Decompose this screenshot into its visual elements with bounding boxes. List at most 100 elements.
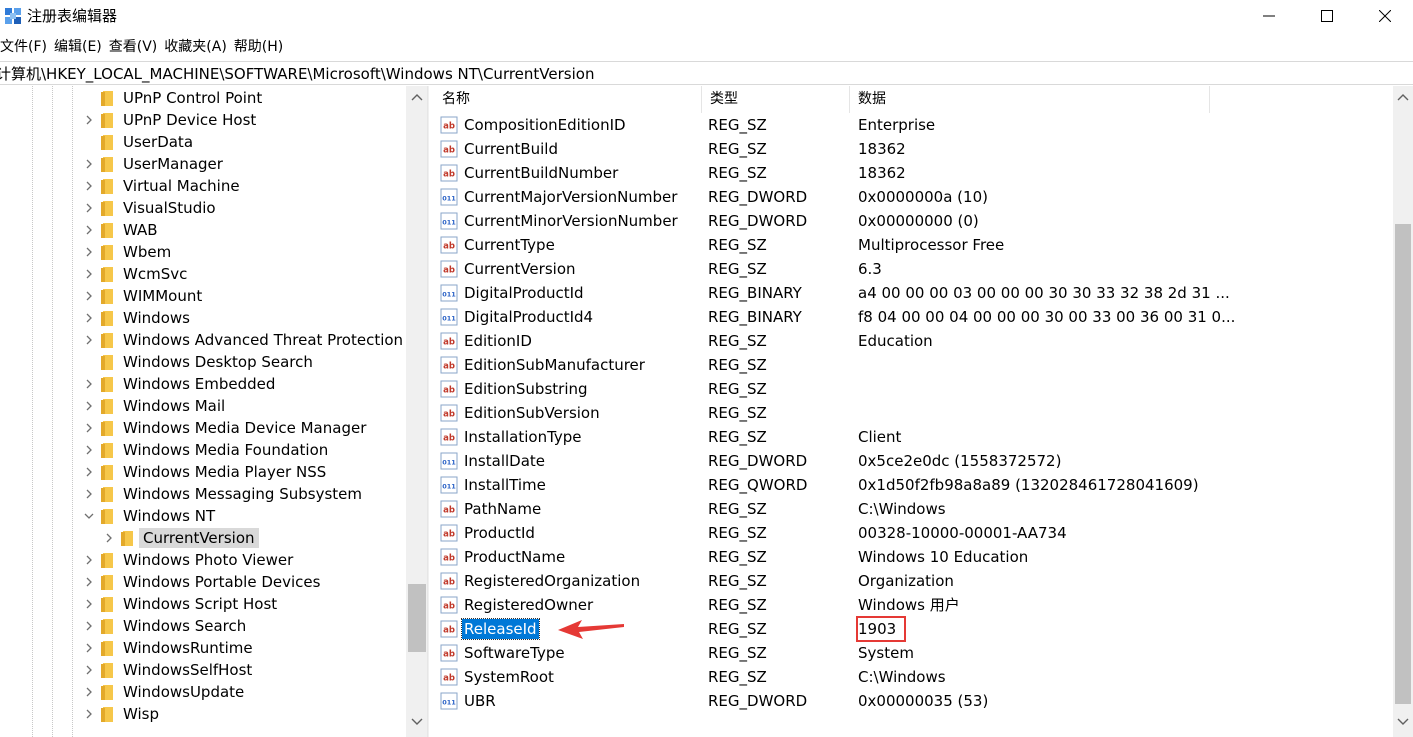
- menu-favorites[interactable]: 收藏夹(A): [164, 35, 234, 59]
- tree-item[interactable]: Windows Script Host: [0, 593, 406, 615]
- value-row[interactable]: ab EditionSubstring REG_SZ: [434, 377, 1393, 401]
- tree-item-label[interactable]: WAB: [123, 220, 158, 240]
- tree-item-label[interactable]: Windows Media Foundation: [123, 440, 328, 460]
- chevron-right-icon[interactable]: [104, 532, 114, 544]
- tree-item[interactable]: Windows Embedded: [0, 373, 406, 395]
- tree-item[interactable]: WindowsRuntime: [0, 637, 406, 659]
- tree-item-label[interactable]: WindowsRuntime: [123, 638, 253, 658]
- chevron-right-icon[interactable]: [84, 180, 94, 192]
- chevron-right-icon[interactable]: [84, 664, 94, 676]
- tree-item[interactable]: WAB: [0, 219, 406, 241]
- tree-item-label[interactable]: Windows Media Device Manager: [123, 418, 366, 438]
- chevron-right-icon[interactable]: [84, 378, 94, 390]
- chevron-right-icon[interactable]: [84, 268, 94, 280]
- chevron-right-icon[interactable]: [84, 466, 94, 478]
- tree-scrollbar[interactable]: [406, 86, 427, 737]
- tree-item[interactable]: VisualStudio: [0, 197, 406, 219]
- tree-item[interactable]: Windows Mail: [0, 395, 406, 417]
- value-row[interactable]: 011 InstallDate REG_DWORD 0x5ce2e0dc (15583…: [434, 449, 1393, 473]
- tree-item-label[interactable]: WindowsSelfHost: [123, 660, 252, 680]
- chevron-right-icon[interactable]: [84, 334, 94, 346]
- scroll-up-icon[interactable]: [409, 90, 425, 106]
- tree-item[interactable]: Windows Search: [0, 615, 406, 637]
- value-name[interactable]: EditionSubManufacturer: [462, 355, 647, 375]
- column-header-name[interactable]: 名称: [434, 86, 702, 113]
- tree-item-label[interactable]: Wisp: [123, 704, 159, 724]
- value-row[interactable]: ab ProductName REG_SZ Windows 10 Education: [434, 545, 1393, 569]
- chevron-right-icon[interactable]: [84, 158, 94, 170]
- value-name[interactable]: ReleaseId: [461, 618, 540, 640]
- tree-item[interactable]: Virtual Machine: [0, 175, 406, 197]
- tree-item-label[interactable]: Windows Mail: [123, 396, 225, 416]
- tree-item[interactable]: Windows Advanced Threat Protection: [0, 329, 406, 351]
- value-row[interactable]: 011 InstallTime REG_QWORD 0x1d50f2fb98a8a89…: [434, 473, 1393, 497]
- tree-item-label[interactable]: WcmSvc: [123, 264, 187, 284]
- value-name[interactable]: CurrentMajorVersionNumber: [462, 187, 679, 207]
- value-row[interactable]: ab SystemRoot REG_SZ C:\Windows: [434, 665, 1393, 689]
- tree-item[interactable]: Windows Media Foundation: [0, 439, 406, 461]
- value-row[interactable]: ab CurrentType REG_SZ Multiprocessor Free: [434, 233, 1393, 257]
- chevron-right-icon[interactable]: [84, 598, 94, 610]
- tree-item[interactable]: Windows Desktop Search: [0, 351, 406, 373]
- tree-item[interactable]: Windows: [0, 307, 406, 329]
- chevron-down-icon[interactable]: [84, 510, 94, 522]
- title-bar[interactable]: 注册表编辑器: [0, 0, 1413, 32]
- value-row[interactable]: ab InstallationType REG_SZ Client: [434, 425, 1393, 449]
- menu-file[interactable]: 文件(F): [0, 35, 54, 59]
- value-name[interactable]: SystemRoot: [462, 667, 556, 687]
- value-name[interactable]: EditionSubstring: [462, 379, 590, 399]
- tree-item[interactable]: Windows Portable Devices: [0, 571, 406, 593]
- tree-item-label[interactable]: CurrentVersion: [139, 528, 259, 548]
- value-row[interactable]: ab CurrentBuild REG_SZ 18362: [434, 137, 1393, 161]
- maximize-button[interactable]: [1297, 0, 1357, 32]
- tree-item[interactable]: UPnP Control Point: [0, 87, 406, 109]
- menu-edit[interactable]: 编辑(E): [54, 35, 109, 59]
- value-name[interactable]: CurrentVersion: [462, 259, 578, 279]
- tree-item-label[interactable]: Wbem: [123, 242, 171, 262]
- value-row[interactable]: ab EditionID REG_SZ Education: [434, 329, 1393, 353]
- tree-item[interactable]: CurrentVersion: [0, 527, 406, 549]
- chevron-right-icon[interactable]: [84, 422, 94, 434]
- value-row[interactable]: 011 CurrentMinorVersionNumber REG_DWORD 0x0…: [434, 209, 1393, 233]
- address-bar[interactable]: 计算机\HKEY_LOCAL_MACHINE\SOFTWARE\Microsof…: [0, 61, 1413, 85]
- tree-item-label[interactable]: Windows Script Host: [123, 594, 277, 614]
- chevron-right-icon[interactable]: [84, 312, 94, 324]
- scroll-down-icon[interactable]: [409, 713, 425, 729]
- value-name[interactable]: DigitalProductId4: [462, 307, 595, 327]
- value-name[interactable]: RegisteredOrganization: [462, 571, 642, 591]
- value-name[interactable]: InstallDate: [462, 451, 547, 471]
- tree-item-label[interactable]: Windows Portable Devices: [123, 572, 320, 592]
- tree-item-label[interactable]: Windows Media Player NSS: [123, 462, 326, 482]
- tree-item-label[interactable]: Windows Advanced Threat Protection: [123, 330, 403, 350]
- value-name[interactable]: SoftwareType: [462, 643, 567, 663]
- address-path[interactable]: 计算机\HKEY_LOCAL_MACHINE\SOFTWARE\Microsof…: [0, 64, 594, 84]
- value-name[interactable]: PathName: [462, 499, 543, 519]
- tree-item[interactable]: WindowsUpdate: [0, 681, 406, 703]
- value-name[interactable]: EditionSubVersion: [462, 403, 602, 423]
- chevron-right-icon[interactable]: [84, 620, 94, 632]
- tree-item-label[interactable]: WindowsUpdate: [123, 682, 244, 702]
- value-row[interactable]: 011 DigitalProductId4 REG_BINARY f8 04 00 0…: [434, 305, 1393, 329]
- chevron-right-icon[interactable]: [84, 576, 94, 588]
- tree-item[interactable]: WindowsSelfHost: [0, 659, 406, 681]
- menu-help[interactable]: 帮助(H): [234, 35, 290, 59]
- menu-view[interactable]: 查看(V): [109, 35, 165, 59]
- value-name[interactable]: InstallTime: [462, 475, 548, 495]
- chevron-right-icon[interactable]: [84, 114, 94, 126]
- value-row[interactable]: ab EditionSubVersion REG_SZ: [434, 401, 1393, 425]
- value-name[interactable]: DigitalProductId: [462, 283, 586, 303]
- tree-item[interactable]: Windows Media Device Manager: [0, 417, 406, 439]
- tree-item[interactable]: UserData: [0, 131, 406, 153]
- value-row[interactable]: ab ProductId REG_SZ 00328-10000-00001-AA734: [434, 521, 1393, 545]
- value-row[interactable]: ab EditionSubManufacturer REG_SZ: [434, 353, 1393, 377]
- value-name[interactable]: CurrentMinorVersionNumber: [462, 211, 680, 231]
- value-row[interactable]: 011 DigitalProductId REG_BINARY a4 00 00 00…: [434, 281, 1393, 305]
- value-row[interactable]: 011 UBR REG_DWORD 0x00000035 (53): [434, 689, 1393, 713]
- chevron-right-icon[interactable]: [84, 290, 94, 302]
- chevron-right-icon[interactable]: [84, 708, 94, 720]
- tree-item-label[interactable]: WIMMount: [123, 286, 202, 306]
- value-name[interactable]: InstallationType: [462, 427, 584, 447]
- value-row[interactable]: 011 CurrentMajorVersionNumber REG_DWORD 0x0…: [434, 185, 1393, 209]
- chevron-right-icon[interactable]: [84, 488, 94, 500]
- chevron-right-icon[interactable]: [84, 554, 94, 566]
